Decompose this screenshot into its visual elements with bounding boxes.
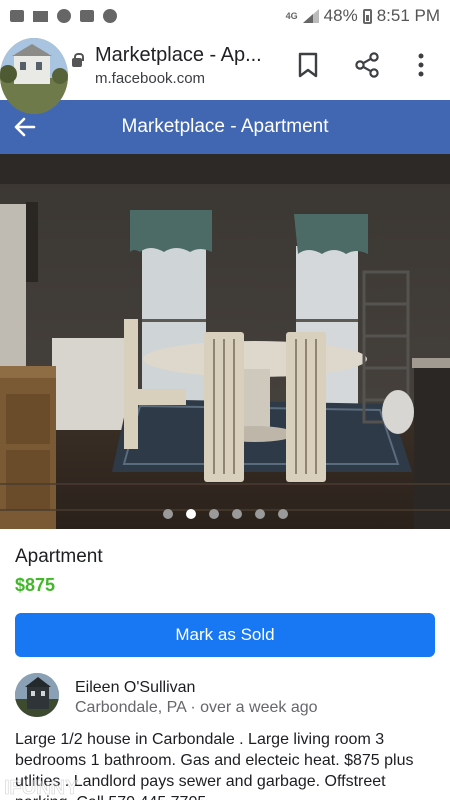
notification-icons bbox=[10, 9, 117, 23]
signal-icon bbox=[302, 9, 319, 23]
back-arrow-icon[interactable] bbox=[12, 114, 38, 140]
mail-icon bbox=[33, 10, 48, 22]
browser-url[interactable]: m.facebook.com bbox=[95, 70, 205, 87]
carousel-dot[interactable] bbox=[208, 509, 219, 519]
watermark-logo: IFUNNY bbox=[4, 777, 80, 800]
carousel-dot[interactable] bbox=[162, 509, 173, 519]
carousel-dot[interactable] bbox=[277, 509, 288, 519]
share-icon[interactable] bbox=[354, 52, 380, 78]
svg-text:IFUNNY: IFUNNY bbox=[4, 777, 79, 799]
seller-location: Carbondale, PA bbox=[75, 699, 186, 716]
meta-separator: · bbox=[185, 699, 201, 716]
browser-toolbar: Marketplace - Ap... m.facebook.com bbox=[0, 32, 450, 114]
clock: 8:51 PM bbox=[376, 6, 440, 25]
dining-room-image bbox=[0, 154, 450, 529]
site-thumbnail[interactable] bbox=[0, 38, 68, 114]
listing-photo[interactable] bbox=[0, 154, 450, 529]
more-vert-icon[interactable] bbox=[412, 52, 430, 78]
system-icons: 4G 48% 8:51 PM bbox=[286, 6, 440, 26]
seller-meta: Carbondale, PA · over a week ago bbox=[75, 699, 318, 717]
posted-time: over a week ago bbox=[200, 699, 318, 716]
carousel-dot[interactable] bbox=[231, 509, 242, 519]
messenger-icon bbox=[103, 9, 117, 23]
seller-name[interactable]: Eileen O'Sullivan bbox=[75, 679, 195, 697]
app-header: Marketplace - Apartment bbox=[0, 100, 450, 154]
lock-icon bbox=[72, 53, 84, 67]
bookmark-icon[interactable] bbox=[296, 52, 320, 78]
carousel-dot[interactable] bbox=[254, 509, 265, 519]
status-bar: 4G 48% 8:51 PM bbox=[0, 0, 450, 32]
listing-price: $875 bbox=[15, 575, 56, 595]
mark-as-sold-button[interactable]: Mark as Sold bbox=[15, 613, 435, 657]
carousel-indicator bbox=[0, 509, 450, 519]
messenger-icon bbox=[57, 9, 71, 23]
battery-percent: 48% bbox=[323, 6, 358, 25]
image-icon bbox=[10, 10, 24, 22]
battery-icon bbox=[362, 8, 372, 24]
listing-title: Apartment bbox=[15, 546, 103, 567]
network-type-label: 4G bbox=[285, 10, 298, 21]
avatar[interactable] bbox=[15, 673, 59, 717]
page-title: Marketplace - Apartment bbox=[121, 116, 329, 137]
browser-page-title[interactable]: Marketplace - Ap... bbox=[95, 44, 262, 67]
gallery-icon bbox=[80, 10, 94, 22]
carousel-dot[interactable] bbox=[185, 509, 196, 519]
